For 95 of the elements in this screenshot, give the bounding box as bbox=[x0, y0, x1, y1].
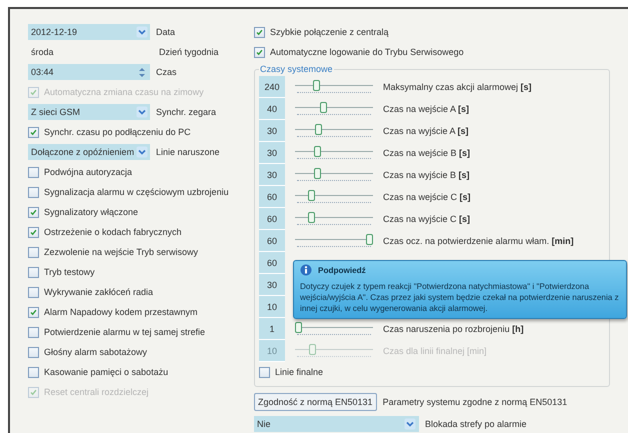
checkbox-label: Synchr. czasu po podłączeniu do PC bbox=[44, 127, 191, 137]
slider-thumb[interactable] bbox=[320, 102, 327, 113]
checkbox[interactable] bbox=[254, 26, 265, 38]
slider-thumb[interactable] bbox=[366, 234, 373, 245]
checkbox-label: Tryb testowy bbox=[44, 267, 95, 277]
group-title: Czasy systemowe bbox=[259, 64, 334, 74]
value-field[interactable]: 30 bbox=[259, 274, 285, 296]
slider-thumb[interactable] bbox=[312, 80, 320, 91]
slider[interactable] bbox=[295, 79, 373, 95]
checkbox[interactable] bbox=[28, 246, 39, 258]
checkbox[interactable] bbox=[259, 366, 270, 378]
value-field[interactable]: 10 bbox=[259, 296, 285, 318]
slider[interactable] bbox=[295, 189, 373, 205]
field-label: Czas na wyjście B [s] bbox=[383, 170, 470, 180]
value-field[interactable]: 60 bbox=[259, 230, 285, 252]
slider[interactable] bbox=[295, 123, 373, 139]
field-label: Maksymalny czas akcji alarmowej [s] bbox=[383, 82, 532, 92]
checkbox-label: Szybkie połączenie z centralą bbox=[270, 27, 389, 37]
info-icon bbox=[300, 264, 312, 276]
checkbox-label: Ostrzeżenie o kodach fabrycznych bbox=[44, 227, 182, 237]
field-label: Blokada strefy po alarmie bbox=[425, 419, 527, 429]
field-label: Dzień tygodnia bbox=[159, 47, 219, 57]
slider-thumb[interactable] bbox=[314, 146, 322, 157]
checkbox[interactable] bbox=[28, 206, 39, 218]
checkbox-label: Podwójna autoryzacja bbox=[44, 167, 132, 177]
field-label: Czas na wyjście A [s] bbox=[383, 126, 469, 136]
checkbox[interactable] bbox=[28, 286, 39, 298]
slider[interactable] bbox=[295, 321, 373, 337]
checkbox[interactable] bbox=[28, 366, 39, 378]
checkbox-label: Reset centrali rozdzielczej bbox=[44, 387, 149, 397]
field-label: Czas dla linii finalnej [min] bbox=[383, 346, 487, 356]
dropdown[interactable]: Z sieci GSM bbox=[28, 104, 150, 120]
checkbox[interactable] bbox=[28, 306, 39, 318]
chevron-down-icon bbox=[136, 106, 148, 118]
chevron-down-icon bbox=[404, 418, 416, 430]
field-label: Data bbox=[156, 27, 176, 37]
checkbox-label: Zezwolenie na wejście Tryb serwisowy bbox=[44, 247, 198, 257]
compliance-button[interactable]: Zgodność z normą EN50131 bbox=[254, 393, 377, 411]
checkbox[interactable] bbox=[28, 266, 39, 278]
value-field[interactable]: 60 bbox=[259, 252, 285, 274]
tooltip-title: Podpowiedź bbox=[318, 266, 366, 274]
checkbox[interactable] bbox=[28, 126, 39, 138]
field-label: Czas bbox=[156, 67, 177, 77]
field-label: Linie naruszone bbox=[156, 147, 220, 157]
value-field[interactable]: 30 bbox=[259, 164, 285, 186]
value-field[interactable]: 30 bbox=[259, 120, 285, 142]
field-label: Czas ocz. na potwierdzenie alarmu włam. [min] bbox=[383, 236, 574, 246]
checkbox-label: Głośny alarm sabotażowy bbox=[44, 347, 148, 357]
dropdown[interactable]: 2012-12-19 bbox=[28, 24, 150, 40]
checkbox-label: Wykrywanie zakłóceń radia bbox=[44, 287, 153, 297]
slider[interactable] bbox=[295, 211, 373, 227]
slider[interactable] bbox=[295, 101, 373, 117]
value-field[interactable]: 1 bbox=[259, 318, 285, 340]
slider[interactable] bbox=[295, 167, 373, 183]
value-field[interactable]: 40 bbox=[259, 98, 285, 120]
field-label: Czas na wyjście C [s] bbox=[383, 214, 470, 224]
checkbox-label: Linie finalne bbox=[275, 367, 324, 377]
field-label: Synchr. zegara bbox=[156, 107, 216, 117]
field-label: Czas na wejście C [s] bbox=[383, 192, 471, 202]
checkbox[interactable] bbox=[28, 226, 39, 238]
checkbox-label: Alarm Napadowy kodem przestawnym bbox=[44, 307, 198, 317]
checkbox-label: Automatyczne logowanie do Trybu Serwisowego bbox=[270, 47, 464, 57]
checkbox-label: Sygnalizatory włączone bbox=[44, 207, 138, 217]
checkbox-label: Automatyczna zmiana czasu na zimowy bbox=[44, 87, 204, 97]
slider-thumb[interactable] bbox=[308, 212, 315, 223]
checkbox-label: Sygnalizacja alarmu w częściowym uzbrojeniu bbox=[44, 187, 229, 197]
field-label: Czas na wejście B [s] bbox=[383, 148, 470, 158]
value-field[interactable]: 60 bbox=[259, 186, 285, 208]
checkbox[interactable] bbox=[28, 186, 39, 198]
checkbox-label: Potwierdzenie alarmu w tej samej strefie bbox=[44, 327, 206, 337]
field-label: Parametry systemu zgodne z normą EN50131 bbox=[382, 397, 568, 407]
day-text: środa bbox=[30, 47, 55, 57]
slider[interactable] bbox=[295, 145, 373, 161]
slider-thumb[interactable] bbox=[308, 190, 315, 201]
slider-thumb[interactable] bbox=[314, 168, 322, 179]
tooltip-text: Dotyczy czujek z typem reakcji "Potwierdzona natychmiastowa" i "Potwierdzona wejścia/wyjścia A". Czas przez jaki system będzie czekał na potwierdzenie naruszenia z innej czujki, w celu wygenerowania akcji alarmowej. bbox=[300, 281, 620, 314]
checkbox[interactable] bbox=[28, 346, 39, 358]
chevron-down-icon bbox=[136, 26, 148, 38]
slider-thumb[interactable] bbox=[314, 124, 322, 135]
dropdown[interactable]: Nie bbox=[254, 416, 419, 432]
chevron-down-icon bbox=[136, 146, 148, 158]
slider[interactable] bbox=[295, 233, 373, 249]
slider-thumb[interactable] bbox=[295, 322, 302, 333]
value-field[interactable]: 30 bbox=[259, 142, 285, 164]
field-label: Czas naruszenia po rozbrojeniu [h] bbox=[383, 324, 524, 334]
checkbox[interactable] bbox=[28, 166, 39, 178]
dropdown[interactable]: Dołączone z opóźnieniem bbox=[28, 144, 150, 160]
time-spinner[interactable]: 03:44 bbox=[28, 64, 150, 80]
checkbox-label: Kasowanie pamięci o sabotażu bbox=[44, 367, 168, 377]
value-field[interactable]: 240 bbox=[259, 76, 285, 98]
checkbox[interactable] bbox=[28, 326, 39, 338]
field-label: Czas na wejście A [s] bbox=[383, 104, 470, 114]
value-field[interactable]: 60 bbox=[259, 208, 285, 230]
checkbox[interactable] bbox=[254, 46, 265, 58]
slider[interactable] bbox=[295, 343, 373, 359]
